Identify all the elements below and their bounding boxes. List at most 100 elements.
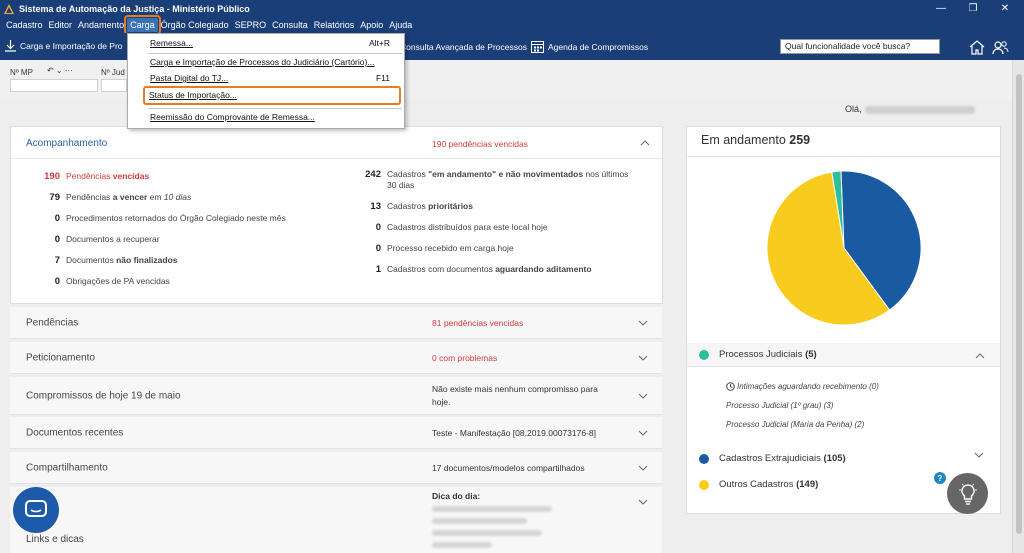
menu-item-pasta-digital[interactable]: Pasta Digital do TJ... F11	[128, 70, 404, 87]
stat-text: Cadastros	[387, 169, 429, 179]
section-documentos-recentes[interactable]: Documentos recentes Teste - Manifestação…	[10, 417, 662, 449]
stat-text: Cadastros distribuídos para este local h…	[387, 222, 548, 232]
menu-item-remessa[interactable]: Remessa... Alt+R	[128, 35, 404, 52]
menu-apoio[interactable]: Apoio	[357, 18, 386, 32]
em-andamento-title: Em andamento 259	[701, 133, 810, 147]
stat-cadastros-distribuidos[interactable]: 0 Cadastros distribuídos para este local …	[355, 222, 548, 233]
section-value-line2: hoje.	[432, 396, 451, 407]
em-andamento-total: 259	[789, 133, 811, 147]
minimize-button[interactable]: —	[925, 0, 957, 17]
stat-pendencias-vencidas[interactable]: 190 Pendências vencidas	[34, 171, 149, 182]
stat-text: Procedimentos retornados do Órgão Colegi…	[66, 213, 286, 223]
chevron-down-icon[interactable]	[638, 499, 648, 505]
section-label: Pendências	[26, 317, 79, 328]
vertical-scrollbar[interactable]	[1012, 60, 1024, 553]
section-compartilhamento[interactable]: Compartilhamento 17 documentos/modelos c…	[10, 452, 662, 484]
stat-procedimentos-retornados[interactable]: 0 Procedimentos retornados do Órgão Coleg…	[34, 213, 286, 224]
stat-pendencias-a-vencer[interactable]: 79 Pendências a vencer em 10 dias	[34, 192, 191, 203]
chat-button[interactable]	[13, 487, 59, 533]
stat-count: 190	[44, 171, 60, 182]
menu-carga[interactable]: Carga	[124, 15, 161, 35]
menu-item-reemissao[interactable]: Reemissão do Comprovante de Remessa...	[128, 109, 404, 126]
toolbar-consulta-label: Consulta Avançada de Processos	[400, 42, 527, 52]
stat-text-bold: aguardando aditamento	[495, 264, 592, 274]
legend-processos-judiciais[interactable]: Processos Judiciais (5)	[699, 349, 817, 360]
stat-obrigacoes-pa[interactable]: 0 Obrigações de PA vencidas	[34, 276, 170, 287]
subitem-processo-1grau[interactable]: Processo Judicial (1º grau) (3)	[726, 401, 833, 410]
app-logo-icon	[4, 3, 14, 14]
history-back-icon[interactable]: ↶ ⌄ ···	[47, 66, 73, 75]
stat-text-bold: "em andamento" e não movimentados	[428, 169, 584, 179]
chevron-down-icon[interactable]	[638, 430, 648, 436]
menu-orgao-colegiado[interactable]: Órgão Colegiado	[158, 18, 232, 32]
restore-button[interactable]: ❐	[957, 0, 989, 17]
section-peticionamento[interactable]: Peticionamento 0 com problemas	[10, 342, 662, 374]
stat-aguardando-aditamento[interactable]: 1 Cadastros com documentos aguardando adi…	[355, 264, 592, 275]
stat-documentos-nao-finalizados[interactable]: 7 Documentos não finalizados	[34, 255, 178, 266]
carga-dropdown-menu: Remessa... Alt+R Carga e Importação de Pr…	[127, 33, 405, 129]
chevron-up-icon[interactable]	[640, 140, 650, 146]
close-button[interactable]: ✕	[989, 0, 1021, 17]
nmp-input[interactable]	[10, 79, 98, 92]
stat-processo-recebido[interactable]: 0 Processo recebido em carga hoje	[355, 243, 514, 254]
stat-count: 1	[375, 264, 381, 275]
help-icon[interactable]: ?	[934, 472, 946, 484]
menu-bar: Cadastro Editor Andamento Carga Órgão Co…	[0, 15, 1024, 35]
users-icon[interactable]	[990, 37, 1010, 57]
chevron-down-icon[interactable]	[638, 393, 648, 399]
chevron-up-icon[interactable]	[975, 353, 985, 359]
em-andamento-pie-chart	[766, 170, 922, 326]
stat-count: 242	[365, 169, 381, 180]
stat-cadastros-prioritarios[interactable]: 13 Cadastros prioritários	[355, 201, 473, 212]
toolbar-agenda[interactable]: Agenda de Compromissos	[531, 40, 648, 53]
stat-text-italic: 10 dias	[163, 192, 192, 202]
section-label: Documentos recentes	[26, 427, 124, 438]
section-value: 17 documentos/modelos compartilhados	[432, 463, 585, 473]
download-icon	[5, 40, 16, 52]
chevron-down-icon[interactable]	[638, 355, 648, 361]
stat-documentos-recuperar[interactable]: 0 Documentos a recuperar	[34, 234, 160, 245]
chevron-down-icon[interactable]	[638, 320, 648, 326]
menu-editor[interactable]: Editor	[46, 18, 76, 32]
chevron-down-icon[interactable]	[638, 465, 648, 471]
section-pendencias[interactable]: Pendências 81 pendências vencidas	[10, 307, 662, 339]
home-icon[interactable]	[967, 37, 987, 57]
subitem-label: Processo Judicial (Maria da Penha) (2)	[726, 420, 865, 429]
lightbulb-icon	[958, 483, 977, 505]
tips-button[interactable]	[947, 473, 988, 514]
menu-item-carga-importacao[interactable]: Carga e Importação de Processos do Judic…	[128, 54, 404, 71]
subitem-processo-maria-penha[interactable]: Processo Judicial (Maria da Penha) (2)	[726, 420, 864, 429]
menu-relatorios[interactable]: Relatórios	[311, 18, 358, 32]
menu-item-status-importacao[interactable]: Status de Importação...	[143, 86, 401, 105]
menu-sepro[interactable]: SEPRO	[232, 18, 270, 32]
njud-input[interactable]	[101, 79, 127, 92]
stat-text-bold: a vencer	[112, 192, 148, 202]
section-compromissos[interactable]: Compromissos de hoje 19 de maio Não exis…	[10, 377, 662, 415]
acompanhamento-header[interactable]: Acompanhamento 190 pendências vencidas	[11, 127, 662, 159]
section-value: Não existe mais nenhum compromisso para h…	[432, 383, 598, 409]
tip-text-blurred	[432, 530, 542, 536]
acompanhamento-summary: 190 pendências vencidas	[432, 139, 528, 149]
chevron-down-icon[interactable]	[974, 452, 984, 458]
legend-dot-outros	[699, 479, 709, 490]
legend-outros-cadastros[interactable]: Outros Cadastros (149)	[699, 479, 818, 490]
menu-cadastro[interactable]: Cadastro	[3, 18, 46, 32]
section-links-dicas[interactable]: Links e dicas Dica do dia:	[10, 487, 662, 553]
stat-count: 0	[54, 276, 60, 287]
legend-cadastros-extrajudiciais[interactable]: Cadastros Extrajudiciais (105)	[699, 453, 846, 464]
menu-ajuda[interactable]: Ajuda	[386, 18, 415, 32]
stat-cadastros-nao-movimentados[interactable]: 242 Cadastros "em andamento" e não movime…	[355, 169, 655, 191]
menu-consulta[interactable]: Consulta	[269, 18, 311, 32]
scrollbar-thumb[interactable]	[1016, 74, 1022, 534]
legend-dot-extrajudiciais	[699, 453, 709, 464]
toolbar-carga-importacao[interactable]: Carga e Importação de Pro	[5, 40, 123, 52]
menu-andamento[interactable]: Andamento	[75, 18, 127, 32]
subitem-intimacoes[interactable]: Intimações aguardando recebimento (0)	[726, 382, 879, 391]
toolbar-consulta-avancada[interactable]: Consulta Avançada de Processos	[400, 42, 527, 52]
title-bar: Sistema de Automação da Justiça - Minist…	[0, 0, 1024, 17]
menu-item-label: Remessa...	[150, 38, 193, 48]
section-label: Links e dicas	[26, 534, 84, 545]
greeting-label: Olá,	[845, 104, 862, 114]
search-input[interactable]: Qual funcionalidade você busca?	[780, 39, 940, 54]
stat-text-bold: prioritários	[428, 201, 473, 211]
